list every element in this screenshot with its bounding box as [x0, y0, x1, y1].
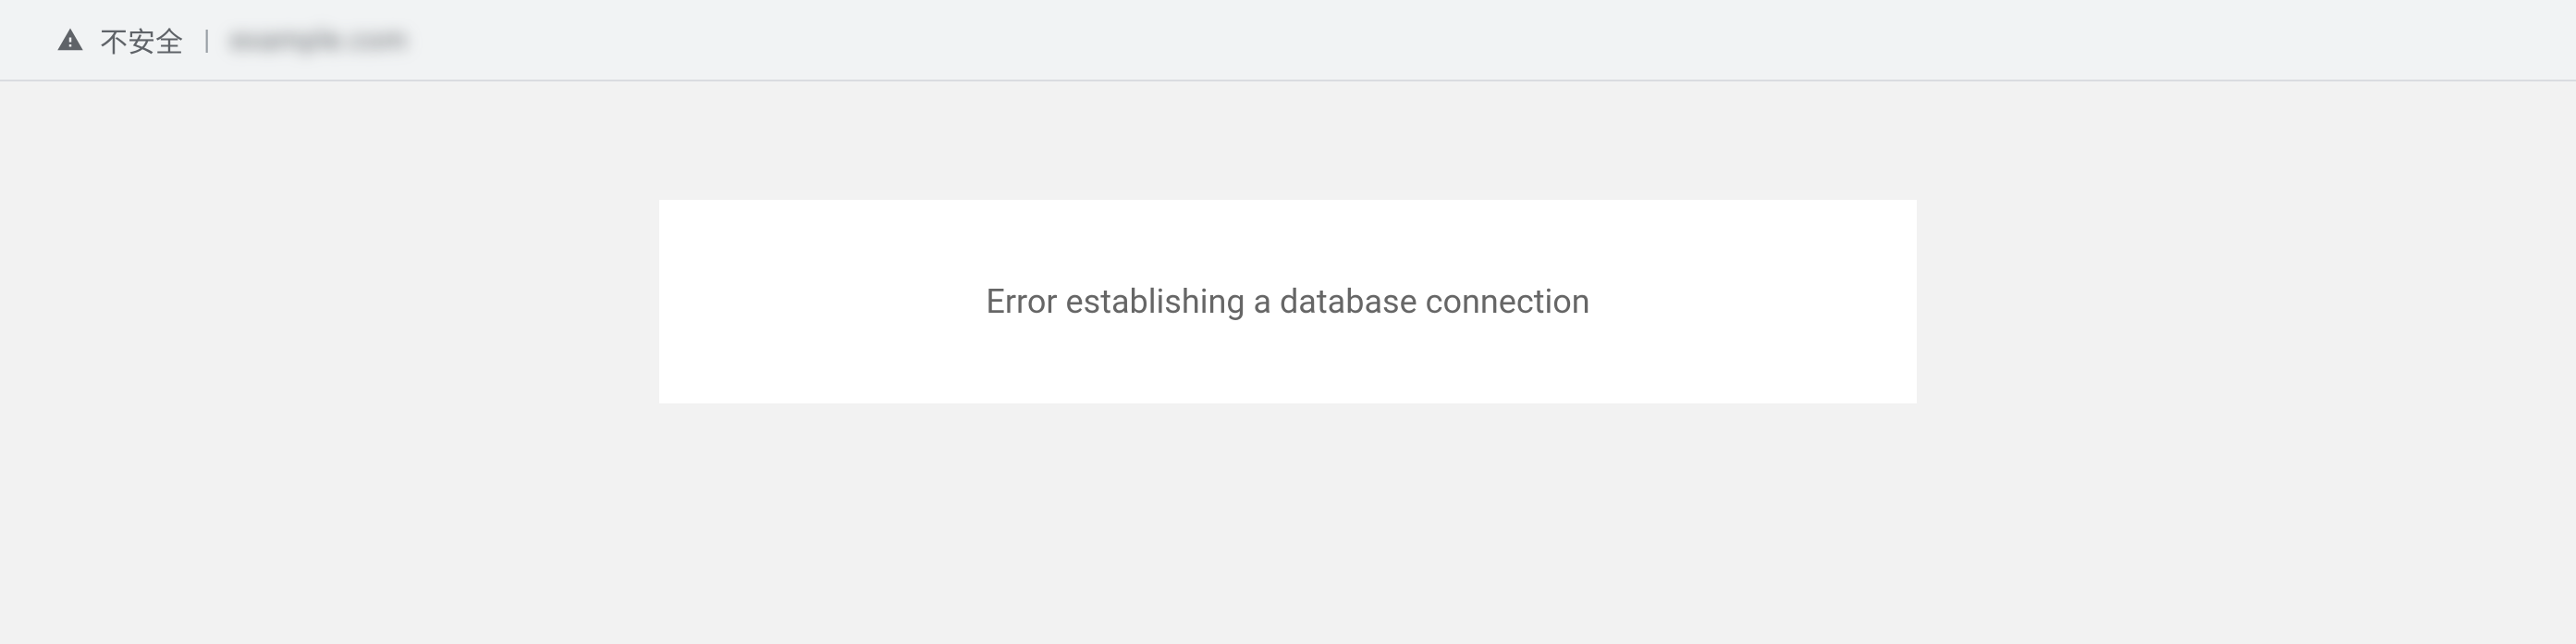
page-content: Error establishing a database connection [0, 81, 2576, 644]
address-divider: | [203, 24, 210, 56]
error-box: Error establishing a database connection [659, 200, 1917, 403]
address-pill[interactable]: 不安全 | example.com [37, 12, 426, 68]
url-text: example.com [230, 24, 408, 56]
security-status-label: 不安全 [100, 19, 183, 60]
error-message: Error establishing a database connection [986, 282, 1589, 321]
address-bar: 不安全 | example.com [0, 0, 2576, 81]
warning-triangle-icon [55, 25, 85, 55]
